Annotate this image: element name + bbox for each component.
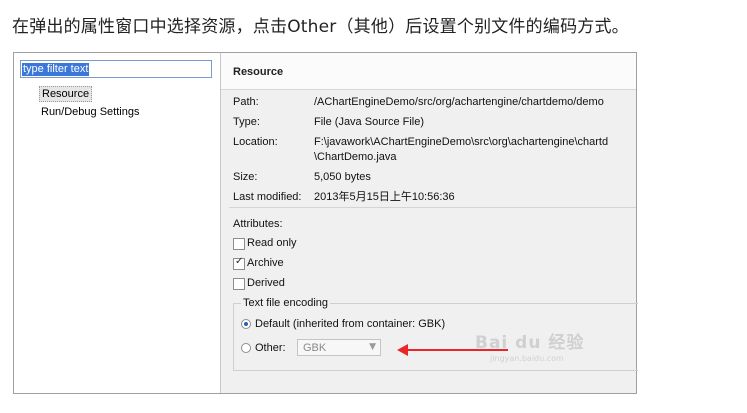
default-encoding-radio[interactable]	[241, 319, 251, 329]
section-divider	[229, 207, 636, 208]
archive-checkbox[interactable]: ✓	[233, 256, 245, 270]
tree-item-run-debug-settings[interactable]: Run/Debug Settings	[39, 105, 141, 119]
location-value-line2: \ChartDemo.java	[314, 151, 397, 163]
other-encoding-label: Other:	[255, 342, 286, 354]
other-encoding-radio[interactable]	[241, 343, 251, 353]
watermark-logo: Bai du 经验	[475, 333, 585, 353]
location-value-line1: F:\javawork\AChartEngineDemo\src\org\ach…	[314, 136, 609, 148]
path-label: Path:	[233, 96, 259, 108]
left-navigation-pane: type filter text Resource Run/Debug Sett…	[14, 53, 221, 393]
page-header: Resource	[221, 53, 636, 90]
tree-item-resource[interactable]: Resource	[39, 86, 93, 102]
derived-label: Derived	[247, 277, 285, 289]
derived-checkbox[interactable]	[233, 278, 245, 290]
page-title: Resource	[233, 66, 284, 78]
encoding-select-value: GBK	[303, 342, 327, 354]
text-file-encoding-title: Text file encoding	[241, 296, 330, 310]
location-label: Location:	[233, 136, 278, 148]
attributes-label: Attributes:	[233, 218, 283, 230]
default-encoding-label: Default (inherited from container: GBK)	[255, 318, 446, 330]
watermark-url: jingyan.baidu.com	[490, 354, 564, 363]
type-value: File (Java Source File)	[314, 116, 425, 128]
filter-placeholder-text: type filter text	[22, 63, 90, 76]
last-modified-label: Last modified:	[233, 191, 302, 203]
type-label: Type:	[233, 116, 260, 128]
archive-label: Archive	[247, 257, 284, 269]
read-only-checkbox[interactable]	[233, 238, 245, 250]
path-value: /AChartEngineDemo/src/org/achartengine/c…	[314, 96, 604, 108]
chevron-down-icon: ▼	[369, 342, 376, 352]
size-value: 5,050 bytes	[314, 171, 371, 183]
checkmark-icon: ✓	[235, 256, 244, 267]
caption-text: 在弹出的属性窗口中选择资源，点击Other（其他）后设置个别文件的编码方式。	[12, 17, 629, 37]
last-modified-value: 2013年5月15日上午10:56:36	[314, 191, 455, 203]
read-only-label: Read only	[247, 237, 297, 249]
encoding-select[interactable]: GBK ▼	[297, 339, 381, 356]
size-label: Size:	[233, 171, 258, 183]
